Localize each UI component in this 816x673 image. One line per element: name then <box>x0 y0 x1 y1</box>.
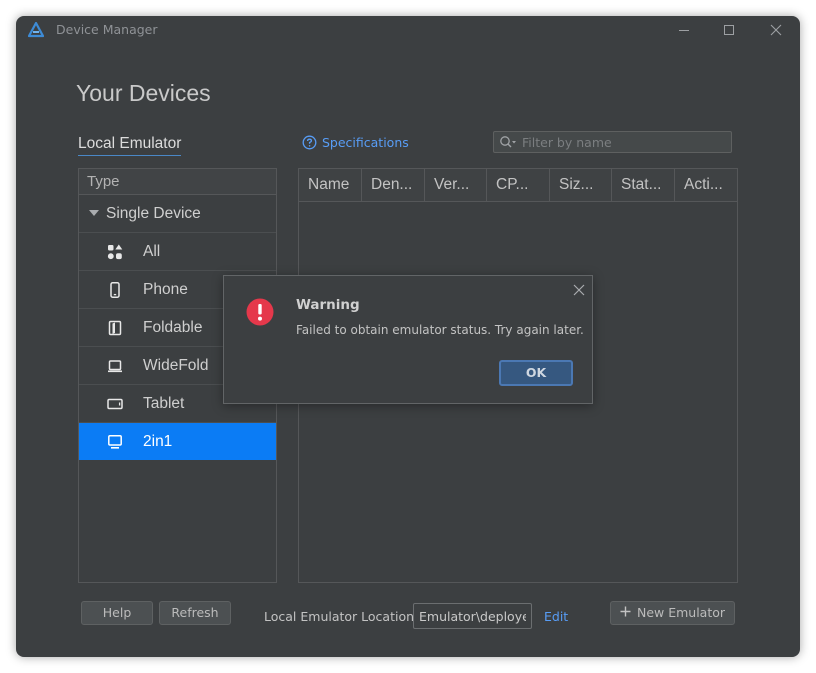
type-item-all[interactable]: All <box>79 233 276 271</box>
column-header-name[interactable]: Name <box>299 169 362 201</box>
type-item-label: Phone <box>143 281 188 298</box>
help-circle-icon <box>302 135 317 150</box>
filter-input[interactable] <box>522 133 722 151</box>
type-item-label: All <box>143 243 161 260</box>
apps-icon <box>107 244 123 260</box>
new-emulator-label: New Emulator <box>636 605 726 620</box>
single-device-group[interactable]: Single Device <box>79 195 276 233</box>
phone-icon <box>107 282 123 298</box>
caret-down-icon <box>89 210 99 216</box>
window-title: Device Manager <box>56 22 158 37</box>
type-item-label: WideFold <box>143 357 209 374</box>
table-header: Name Den... Ver... CP... Siz... Stat... … <box>299 169 737 202</box>
filter-box <box>493 131 732 153</box>
help-button[interactable]: Help <box>81 601 153 625</box>
laptop-icon <box>107 434 123 450</box>
dialog-title: Warning <box>296 297 360 313</box>
column-header-actions[interactable]: Acti... <box>675 169 737 201</box>
widefold-icon <box>107 358 123 374</box>
new-emulator-button[interactable]: New Emulator <box>610 601 735 625</box>
refresh-button[interactable]: Refresh <box>159 601 231 625</box>
emulator-location-field[interactable] <box>413 603 532 629</box>
plus-icon <box>620 602 631 624</box>
page-title: Your Devices <box>76 80 211 106</box>
type-item-label: 2in1 <box>143 433 173 450</box>
foldable-icon <box>107 320 123 336</box>
dialog-message: Failed to obtain emulator status. Try ag… <box>296 323 584 337</box>
column-header-status[interactable]: Stat... <box>612 169 675 201</box>
app-logo-icon <box>27 21 45 38</box>
type-column-header: Type <box>79 169 276 195</box>
specifications-label: Specifications <box>322 135 409 150</box>
dialog-close-icon[interactable] <box>571 282 587 298</box>
ok-button[interactable]: OK <box>499 360 573 386</box>
column-header-version[interactable]: Ver... <box>425 169 487 201</box>
column-header-size[interactable]: Siz... <box>550 169 612 201</box>
tablet-icon <box>107 396 123 412</box>
edit-location-link[interactable]: Edit <box>544 609 568 624</box>
close-window-button[interactable] <box>766 20 786 40</box>
search-icon <box>500 136 516 148</box>
type-item-label: Tablet <box>143 395 185 412</box>
location-label: Local Emulator Location: <box>264 609 419 624</box>
title-bar: Device Manager <box>16 16 800 44</box>
maximize-button[interactable] <box>719 20 739 40</box>
device-manager-window: Device Manager Your Devices Local Emulat… <box>16 16 800 657</box>
column-header-cpu[interactable]: CP... <box>487 169 550 201</box>
type-item-2in1[interactable]: 2in1 <box>79 423 276 460</box>
minimize-button[interactable] <box>674 20 694 40</box>
single-device-label: Single Device <box>106 205 201 222</box>
tab-local-emulator[interactable]: Local Emulator <box>78 135 182 156</box>
error-icon <box>246 298 274 326</box>
type-item-label: Foldable <box>143 319 203 336</box>
specifications-link[interactable]: Specifications <box>302 135 409 150</box>
column-header-density[interactable]: Den... <box>362 169 425 201</box>
warning-dialog: Warning Failed to obtain emulator status… <box>223 275 593 404</box>
